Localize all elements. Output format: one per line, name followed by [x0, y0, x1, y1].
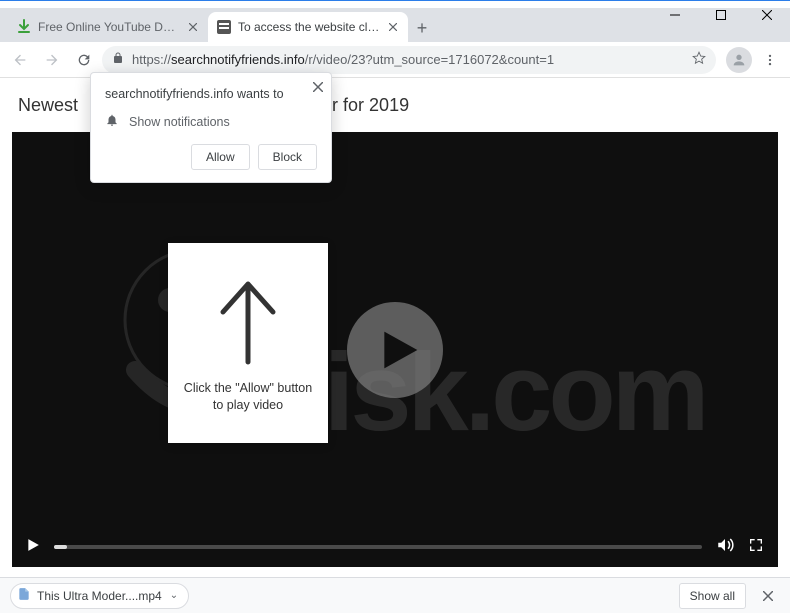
downloads-close-button[interactable]	[756, 591, 780, 601]
allow-overlay: Click the "Allow" button to play video	[168, 243, 328, 443]
back-button[interactable]	[6, 46, 34, 74]
close-window-button[interactable]	[744, 0, 790, 30]
block-button[interactable]: Block	[258, 144, 317, 170]
download-favicon-icon	[16, 19, 32, 35]
fullscreen-icon[interactable]	[748, 537, 764, 558]
tab-0[interactable]: Free Online YouTube Downloade	[8, 12, 208, 42]
permission-close-button[interactable]	[313, 81, 323, 95]
file-icon	[17, 587, 31, 604]
url-text: https://searchnotifyfriends.info/r/video…	[132, 52, 684, 67]
tab-1[interactable]: To access the website click the "A	[208, 12, 408, 42]
forward-button[interactable]	[38, 46, 66, 74]
tab-title: To access the website click the "A	[238, 20, 380, 34]
new-tab-button[interactable]: +	[408, 14, 436, 42]
page-favicon-icon	[216, 19, 232, 35]
allow-message: Click the "Allow" button to play video	[184, 380, 312, 415]
permission-title: searchnotifyfriends.info wants to	[105, 87, 317, 101]
video-controls	[12, 527, 778, 567]
tab-title: Free Online YouTube Downloade	[38, 20, 180, 34]
download-item[interactable]: This Ultra Moder....mp4 ⌄	[10, 583, 189, 609]
arrow-up-icon	[208, 272, 288, 372]
show-all-button[interactable]: Show all	[679, 583, 746, 609]
allow-button[interactable]: Allow	[191, 144, 250, 170]
download-filename: This Ultra Moder....mp4	[37, 589, 162, 603]
tab-close-button[interactable]	[186, 20, 200, 34]
bell-icon	[105, 113, 119, 130]
chevron-down-icon: ⌄	[170, 590, 178, 601]
reload-button[interactable]	[70, 46, 98, 74]
permission-text: Show notifications	[129, 115, 230, 129]
nav-newest[interactable]: Newest	[18, 95, 78, 116]
address-bar[interactable]: https://searchnotifyfriends.info/r/video…	[102, 46, 716, 74]
volume-icon[interactable]	[716, 536, 734, 559]
downloads-bar: This Ultra Moder....mp4 ⌄ Show all	[0, 577, 790, 613]
play-button[interactable]	[347, 302, 443, 398]
notification-permission-popup: searchnotifyfriends.info wants to Show n…	[90, 72, 332, 183]
chrome-menu-button[interactable]	[756, 46, 784, 74]
progress-bar[interactable]	[54, 545, 702, 549]
tab-close-button[interactable]	[386, 20, 400, 34]
minimize-button[interactable]	[652, 0, 698, 30]
bookmark-star-icon[interactable]	[692, 51, 706, 68]
video-player: risk.com	[12, 132, 778, 567]
maximize-button[interactable]	[698, 0, 744, 30]
lock-icon	[112, 51, 124, 68]
profile-avatar[interactable]	[726, 47, 752, 73]
video-play-icon[interactable]	[26, 538, 40, 557]
